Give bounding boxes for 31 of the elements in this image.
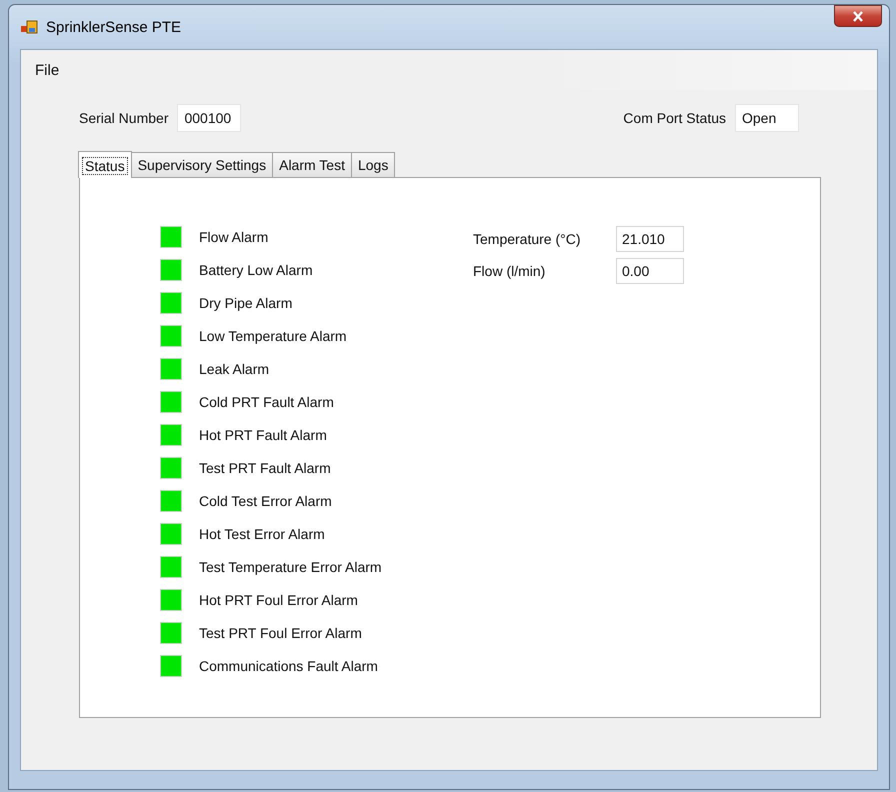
app-icon bbox=[20, 19, 38, 35]
close-icon bbox=[852, 10, 864, 22]
alarm-label: Hot Test Error Alarm bbox=[199, 526, 325, 542]
reading-label: Flow (l/min) bbox=[473, 263, 546, 279]
tab[interactable]: Supervisory Settings bbox=[130, 152, 274, 177]
alarm-label: Cold PRT Fault Alarm bbox=[199, 394, 334, 410]
serial-number-field[interactable]: 000100 bbox=[177, 104, 242, 132]
alarm-label: Cold Test Error Alarm bbox=[199, 493, 332, 509]
close-button[interactable] bbox=[834, 5, 882, 27]
alarm-label: Test PRT Foul Error Alarm bbox=[199, 625, 362, 641]
reading-field[interactable]: 21.010 bbox=[616, 226, 684, 252]
alarm-label: Communications Fault Alarm bbox=[199, 658, 378, 674]
alarm-label: Leak Alarm bbox=[199, 361, 270, 377]
tab[interactable]: Alarm Test bbox=[272, 152, 352, 177]
window-title: SprinklerSense PTE bbox=[46, 18, 182, 36]
tab[interactable]: Status bbox=[78, 151, 132, 178]
reading-field[interactable]: 0.00 bbox=[616, 258, 684, 284]
alarm-label: Flow Alarm bbox=[199, 229, 268, 245]
alarm-label: Battery Low Alarm bbox=[199, 262, 313, 278]
alarm-label: Low Temperature Alarm bbox=[199, 328, 347, 344]
reading-label: Temperature (°C) bbox=[473, 231, 582, 247]
alarm-label: Hot PRT Foul Error Alarm bbox=[199, 592, 358, 608]
field-label: Serial Number bbox=[79, 110, 168, 126]
alarm-label: Dry Pipe Alarm bbox=[199, 295, 292, 311]
menu-item[interactable]: File bbox=[29, 58, 66, 82]
alarm-label: Hot PRT Fault Alarm bbox=[199, 427, 327, 443]
field-label: Com Port Status bbox=[623, 110, 726, 126]
tab[interactable]: Logs bbox=[350, 152, 396, 177]
com-port-status-field[interactable]: Open bbox=[735, 104, 799, 132]
alarm-label: Test Temperature Error Alarm bbox=[199, 559, 382, 575]
alarm-label: Test PRT Fault Alarm bbox=[199, 460, 331, 476]
